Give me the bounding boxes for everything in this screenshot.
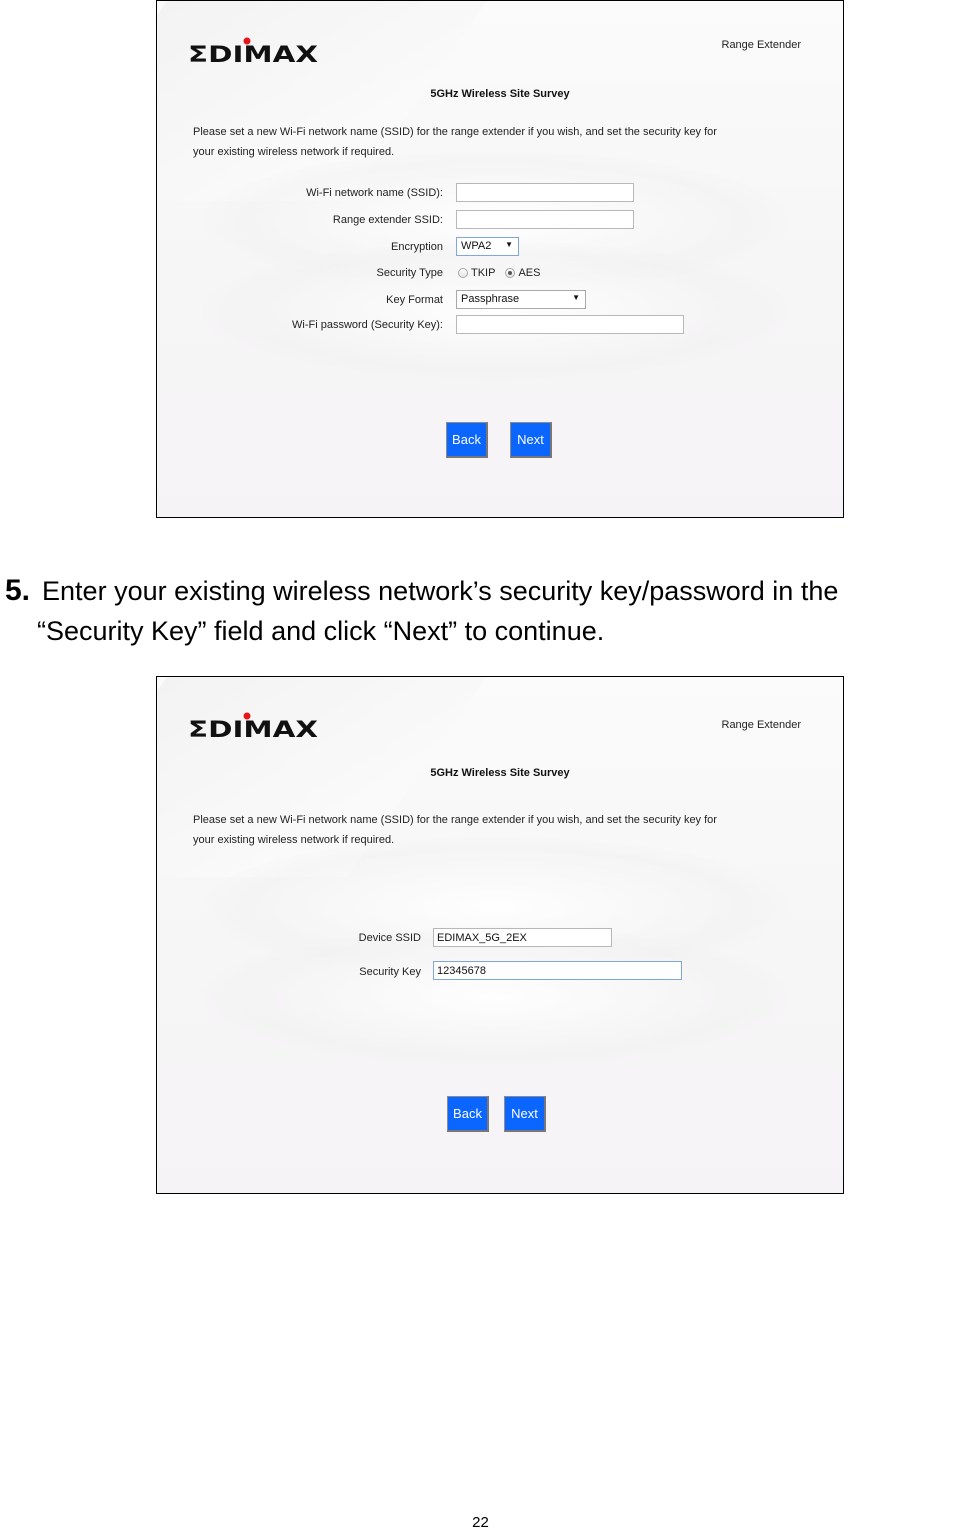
step-text-line2: “Security Key” field and click “Next” to… xyxy=(37,616,605,646)
encryption-select[interactable]: WPA2 ▼ xyxy=(456,237,519,256)
password-label: Wi-Fi password (Security Key): xyxy=(292,319,443,331)
background-swoosh xyxy=(202,241,788,381)
radio-aes-label: AES xyxy=(518,267,541,279)
radio-tkip-label: TKIP xyxy=(471,267,496,279)
instructions: Please set a new Wi-Fi network name (SSI… xyxy=(193,810,813,850)
instructions: Please set a new Wi-Fi network name (SSI… xyxy=(193,122,813,162)
key-format-value: Passphrase xyxy=(461,293,520,305)
step-text-line1: Enter your existing wireless network’s s… xyxy=(42,576,839,606)
instructions-line: Please set a new Wi-Fi network name (SSI… xyxy=(193,126,717,138)
product-name: Range Extender xyxy=(721,39,802,51)
instructions-line: your existing wireless network if requir… xyxy=(193,834,395,846)
step-number: 5. xyxy=(5,574,31,607)
encryption-value: WPA2 xyxy=(461,240,492,252)
background-swoosh xyxy=(202,927,788,1067)
next-button[interactable]: Next xyxy=(504,1096,546,1132)
key-format-label: Key Format xyxy=(386,294,443,306)
svg-text:ΣDIMAX: ΣDIMAX xyxy=(188,43,318,63)
radio-aes[interactable] xyxy=(505,268,516,278)
security-type-radio-group: TKIP AES xyxy=(458,267,550,279)
security-key-input[interactable] xyxy=(433,961,682,980)
device-ssid-input[interactable] xyxy=(433,928,612,947)
page-title: 5GHz Wireless Site Survey xyxy=(430,88,570,100)
device-ssid-label: Device SSID xyxy=(358,932,421,944)
dropdown-arrow-icon: ▼ xyxy=(505,240,513,249)
step-instruction: 5. Enter your existing wireless network’s… xyxy=(5,571,961,651)
edimax-logo-icon: ΣDIMAX xyxy=(188,37,318,68)
edimax-logo: ΣDIMAX xyxy=(188,712,320,743)
password-input[interactable] xyxy=(456,315,684,334)
page-title: 5GHz Wireless Site Survey xyxy=(430,767,570,779)
svg-text:ΣDIMAX: ΣDIMAX xyxy=(188,718,318,738)
edimax-logo-icon: ΣDIMAX xyxy=(188,712,318,743)
security-key-label: Security Key xyxy=(359,966,421,978)
dropdown-arrow-icon: ▼ xyxy=(572,293,580,302)
back-button[interactable]: Back xyxy=(446,422,488,458)
back-button[interactable]: Back xyxy=(447,1096,489,1132)
extender-ssid-input[interactable] xyxy=(456,210,634,229)
ssid-label: Wi-Fi network name (SSID): xyxy=(306,187,443,199)
product-name: Range Extender xyxy=(721,719,802,731)
extender-ssid-label: Range extender SSID: xyxy=(332,214,443,226)
next-button[interactable]: Next xyxy=(510,422,552,458)
security-type-label: Security Type xyxy=(376,267,443,279)
instructions-line: your existing wireless network if requir… xyxy=(193,146,395,158)
key-format-select[interactable]: Passphrase ▼ xyxy=(456,290,586,309)
screenshot-wireless-site-survey-2: ΣDIMAX Range Extender 5GHz Wireless Site… xyxy=(156,676,844,1194)
edimax-logo: ΣDIMAX xyxy=(188,37,320,68)
ssid-input[interactable] xyxy=(456,183,634,202)
encryption-label: Encryption xyxy=(391,241,443,253)
radio-tkip[interactable] xyxy=(458,268,468,278)
screenshot-wireless-site-survey-1: ΣDIMAX Range Extender 5GHz Wireless Site… xyxy=(156,0,844,518)
page-number: 22 xyxy=(472,1514,489,1531)
instructions-line: Please set a new Wi-Fi network name (SSI… xyxy=(193,814,717,826)
